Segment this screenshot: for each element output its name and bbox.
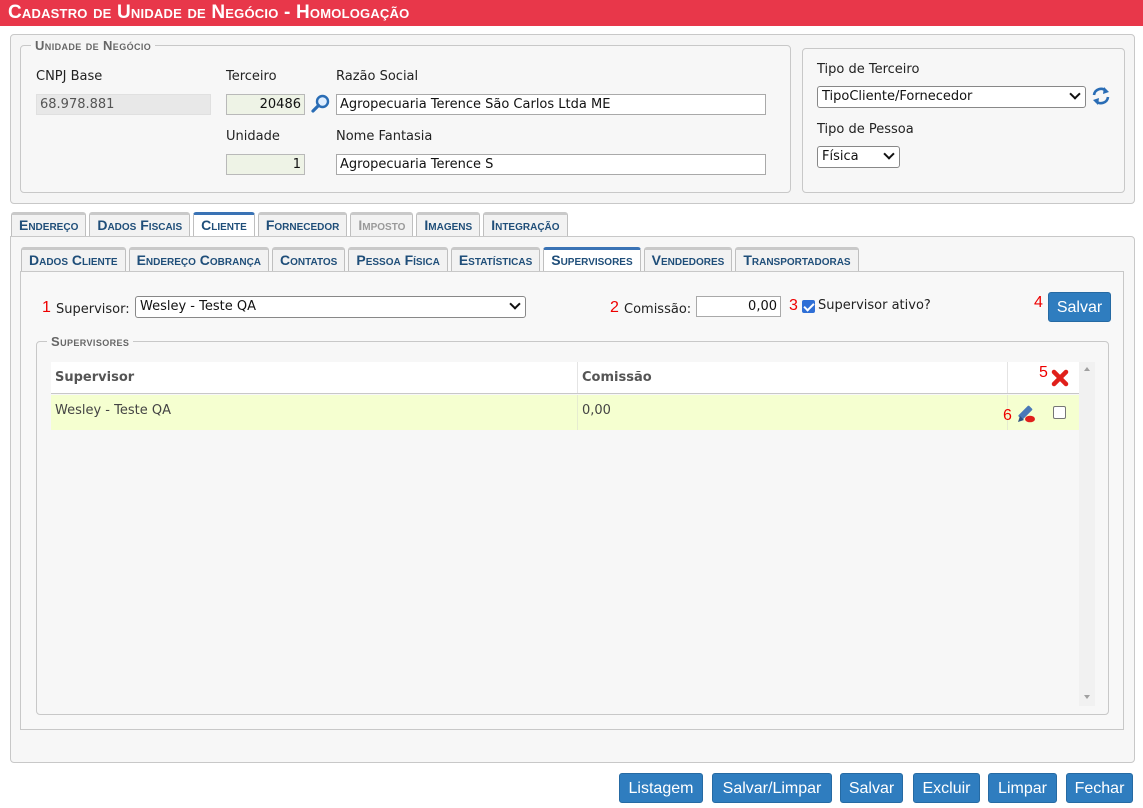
fantasia-field[interactable]: Agropecuaria Terence S xyxy=(336,154,766,175)
tipo-terceiro-value: TipoCliente/Fornecedor xyxy=(822,89,973,104)
listagem-button[interactable]: Listagem xyxy=(619,773,703,803)
supervisores-legend: Supervisores xyxy=(51,334,130,349)
tab-cliente[interactable]: Cliente xyxy=(191,212,257,242)
marker-2: 2 xyxy=(610,299,619,316)
marker-6: 6 xyxy=(1003,407,1012,424)
col-supervisor[interactable]: Supervisor xyxy=(51,362,577,393)
subtab-pessoa-fisica[interactable]: Pessoa Física xyxy=(348,247,448,271)
subtab-dados-cliente[interactable]: Dados Cliente xyxy=(21,247,126,271)
subtab-estatisticas[interactable]: Estatísticas xyxy=(450,247,541,271)
chevron-down-icon xyxy=(883,148,895,160)
supervisor-select[interactable]: Wesley - Teste QA xyxy=(135,296,526,318)
cnpj-field: 68.978.881 xyxy=(36,94,211,115)
chevron-down-icon xyxy=(1069,88,1081,100)
unidade-label: Unidade xyxy=(226,129,280,144)
razao-field[interactable]: Agropecuaria Terence São Carlos Ltda ME xyxy=(336,94,766,115)
tipo-pessoa-value: Física xyxy=(822,149,859,164)
terceiro-field[interactable]: 20486 xyxy=(226,94,305,115)
terceiro-label: Terceiro xyxy=(226,69,277,84)
tipo-pessoa-select[interactable]: Física xyxy=(817,146,900,168)
tab-dados-fiscais[interactable]: Dados Fiscais xyxy=(89,212,191,236)
salvar-button[interactable]: Salvar xyxy=(840,773,903,803)
marker-3: 3 xyxy=(789,297,798,314)
cell-supervisor: Wesley - Teste QA xyxy=(55,403,171,418)
window-title: Cadastro de Unidade de Negócio - Homolog… xyxy=(0,0,1143,26)
subtab-transportadoras[interactable]: Transportadoras xyxy=(735,247,859,271)
supervisor-ativo-label: Supervisor ativo? xyxy=(818,298,931,313)
sub-tabs: Dados Cliente Endereço Cobrança Contatos… xyxy=(21,247,859,277)
supervisor-ativo-checkbox[interactable] xyxy=(802,300,815,313)
razao-label: Razão Social xyxy=(336,69,419,84)
chevron-down-icon xyxy=(509,298,521,310)
refresh-icon[interactable] xyxy=(1090,85,1112,107)
comissao-label: Comissão: xyxy=(624,302,692,317)
delete-all-icon[interactable] xyxy=(1051,369,1069,387)
tipo-terceiro-select[interactable]: TipoCliente/Fornecedor xyxy=(817,86,1086,108)
subtab-vendedores[interactable]: Vendedores xyxy=(643,247,733,271)
tab-fornecedor[interactable]: Fornecedor xyxy=(257,212,348,236)
supervisor-select-value: Wesley - Teste QA xyxy=(140,299,256,314)
tipo-terceiro-label: Tipo de Terceiro xyxy=(817,62,920,77)
supervisor-label: Supervisor: xyxy=(56,302,130,317)
marker-4: 4 xyxy=(1034,294,1043,311)
subtab-contatos[interactable]: Contatos xyxy=(272,247,346,271)
tab-integracao[interactable]: Integração xyxy=(483,212,568,236)
marker-5: 5 xyxy=(1039,364,1048,381)
main-tabs: Endereço Dados Fiscais Cliente Fornecedo… xyxy=(11,212,568,242)
search-icon[interactable] xyxy=(310,93,332,115)
subtab-supervisores-label: Supervisores xyxy=(551,252,633,268)
unidade-field[interactable]: 1 xyxy=(226,154,305,175)
cnpj-label: CNPJ Base xyxy=(36,69,103,84)
unidade-legend: Unidade de Negócio xyxy=(35,38,152,53)
tab-imposto: Imposto xyxy=(350,212,414,236)
limpar-button[interactable]: Limpar xyxy=(988,773,1057,803)
comissao-field[interactable]: 0,00 xyxy=(696,296,781,317)
tab-imagens[interactable]: Imagens xyxy=(416,212,481,236)
fechar-button[interactable]: Fechar xyxy=(1066,773,1133,803)
tipo-pessoa-label: Tipo de Pessoa xyxy=(817,122,914,137)
edit-icon[interactable] xyxy=(1015,403,1037,425)
subtab-endereco-cobranca[interactable]: Endereço Cobrança xyxy=(128,247,270,271)
cell-comissao: 0,00 xyxy=(582,403,611,418)
fantasia-label: Nome Fantasia xyxy=(336,129,433,144)
marker-1: 1 xyxy=(42,299,51,316)
excluir-button[interactable]: Excluir xyxy=(913,773,980,803)
tab-endereco[interactable]: Endereço xyxy=(11,212,87,236)
grid-header: Supervisor Comissão xyxy=(51,362,1079,394)
col-comissao[interactable]: Comissão xyxy=(578,362,1008,393)
table-row[interactable]: Wesley - Teste QA 0,00 xyxy=(51,395,1079,430)
subtab-supervisores[interactable]: Supervisores xyxy=(541,247,643,277)
grid-scrollbar[interactable] xyxy=(1079,362,1095,706)
salvar-supervisor-button[interactable]: Salvar xyxy=(1048,292,1111,322)
tab-cliente-label: Cliente xyxy=(201,217,247,233)
salvar-limpar-button[interactable]: Salvar/Limpar xyxy=(712,773,832,803)
row-select-checkbox[interactable] xyxy=(1053,406,1066,419)
supervisores-grid: Supervisor Comissão Wesley - Teste QA 0,… xyxy=(51,362,1095,706)
